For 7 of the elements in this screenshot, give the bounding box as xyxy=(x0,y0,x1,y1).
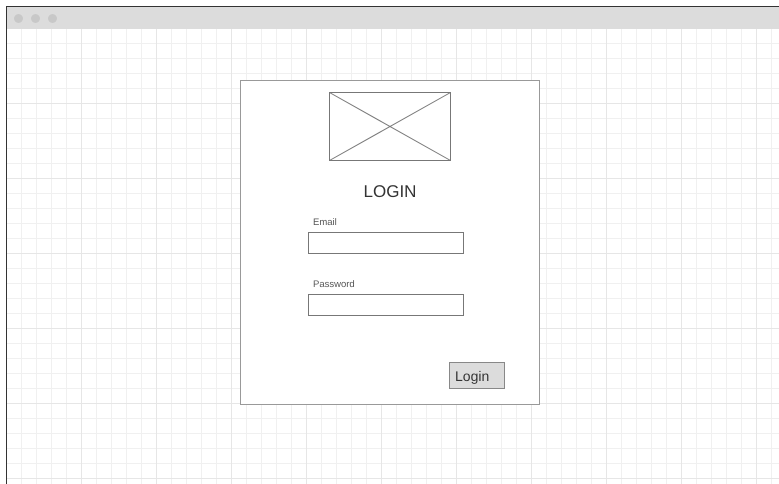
input-field[interactable] xyxy=(308,232,464,254)
login-button[interactable]: Login xyxy=(449,362,505,389)
input-field[interactable] xyxy=(308,294,464,316)
field-label: Email xyxy=(312,217,338,229)
field-label: Password xyxy=(312,279,356,291)
image-placeholder-icon xyxy=(329,92,451,161)
login-heading: LOGIN xyxy=(364,182,416,202)
